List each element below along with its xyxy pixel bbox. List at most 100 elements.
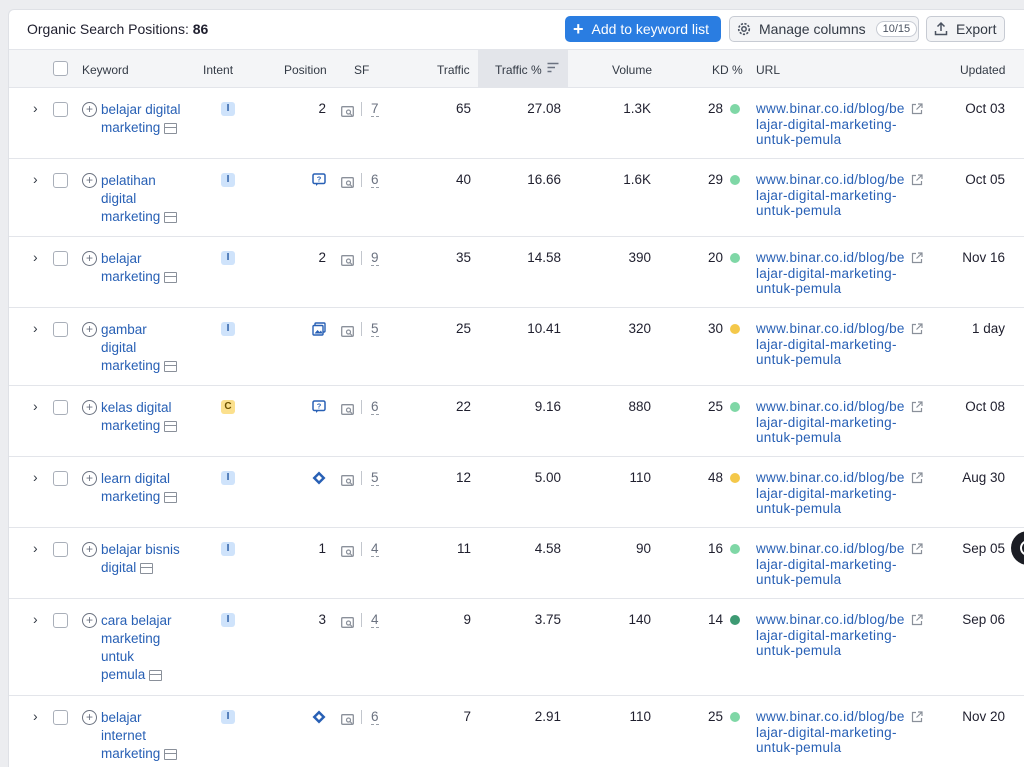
table-row[interactable]: › + pelatihan digital marketing I? 6 40 16.66 1.6… [9,158,1024,237]
url-link[interactable]: www.binar.co.id/blog/be lajar-digital-mar… [756,250,912,297]
add-keyword-icon[interactable]: + [82,613,97,628]
col-traffic-pct[interactable]: Traffic % [495,63,542,77]
serp-snapshot-icon[interactable] [341,615,354,628]
keyword-link[interactable]: belajar bisnis digital [101,541,201,577]
serp-snapshot-icon[interactable] [341,175,354,188]
url-link[interactable]: www.binar.co.id/blog/be lajar-digital-mar… [756,470,912,517]
external-link-icon[interactable] [911,542,923,555]
export-button[interactable]: Export [926,16,1005,42]
col-url[interactable]: URL [756,63,780,77]
add-keyword-icon[interactable]: + [82,400,97,415]
keyword-link[interactable]: cara belajar marketing untuk pemula [101,612,201,684]
row-checkbox[interactable] [53,102,68,117]
table-row[interactable]: › + belajar digital marketing I 2 7 65 27.08 1.3K… [9,87,1024,159]
url-link[interactable]: www.binar.co.id/blog/be lajar-digital-mar… [756,541,912,588]
external-link-icon[interactable] [911,251,923,264]
serp-features-count[interactable]: 9 [371,251,379,266]
expand-chevron-icon[interactable]: › [33,249,38,265]
row-checkbox[interactable] [53,251,68,266]
external-link-icon[interactable] [911,400,923,413]
col-volume[interactable]: Volume [612,63,652,77]
serp-snapshot-icon[interactable] [341,473,354,486]
expand-chevron-icon[interactable]: › [33,611,38,627]
add-keyword-icon[interactable]: + [82,542,97,557]
add-keyword-icon[interactable]: + [82,102,97,117]
table-row[interactable]: › + belajar bisnis digital I 1 4 11 4.58 90 16 www.… [9,527,1024,599]
add-keyword-icon[interactable]: + [82,251,97,266]
serp-features-count[interactable]: 6 [371,173,379,188]
serp-features-count[interactable]: 5 [371,322,379,337]
keyword-link[interactable]: belajar internet marketing [101,709,201,763]
url-link[interactable]: www.binar.co.id/blog/be lajar-digital-mar… [756,709,912,756]
traffic-value: 40 [455,172,471,187]
serp-features-count[interactable]: 5 [371,471,379,486]
add-to-keyword-list-button[interactable]: + Add to keyword list [565,16,721,42]
keyword-link[interactable]: kelas digital marketing [101,399,201,435]
serp-snapshot-icon[interactable] [341,402,354,415]
table-row[interactable]: › + kelas digital marketing C? 6 22 9.16 880 25 ww… [9,385,1024,457]
expand-chevron-icon[interactable]: › [33,100,38,116]
serp-features-count[interactable]: 6 [371,400,379,415]
external-link-icon[interactable] [911,471,923,484]
table-row[interactable]: › + gambar digital marketing I 5 25 10.41 320 30 ww… [9,307,1024,386]
expand-chevron-icon[interactable]: › [33,708,38,724]
col-updated[interactable]: Updated [960,63,1005,77]
select-all-checkbox[interactable] [53,61,68,76]
serp-features-count[interactable]: 4 [371,542,379,557]
table-row[interactable]: › + cara belajar marketing untuk pemula I 3 4 9 3.… [9,598,1024,696]
row-checkbox[interactable] [53,471,68,486]
serp-features-count[interactable]: 4 [371,613,379,628]
url-link[interactable]: www.binar.co.id/blog/be lajar-digital-mar… [756,172,912,219]
url-link[interactable]: www.binar.co.id/blog/be lajar-digital-mar… [756,321,912,368]
col-sf[interactable]: SF [354,63,369,77]
url-link[interactable]: www.binar.co.id/blog/be lajar-digital-mar… [756,612,912,659]
external-link-icon[interactable] [911,102,923,115]
url-line: lajar-digital-marketing- [756,265,897,281]
keyword-link[interactable]: gambar digital marketing [101,321,201,375]
col-traffic[interactable]: Traffic [437,63,470,77]
external-link-icon[interactable] [911,173,923,186]
serp-features-count[interactable]: 6 [371,710,379,725]
row-checkbox[interactable] [53,400,68,415]
expand-chevron-icon[interactable]: › [33,320,38,336]
add-keyword-icon[interactable]: + [82,173,97,188]
external-link-icon[interactable] [911,710,923,723]
position-value: 1 [318,541,326,556]
add-keyword-icon[interactable]: + [82,471,97,486]
row-checkbox[interactable] [53,173,68,188]
expand-chevron-icon[interactable]: › [33,171,38,187]
sort-desc-icon[interactable] [547,62,559,73]
serp-features-count[interactable]: 7 [371,102,379,117]
url-link[interactable]: www.binar.co.id/blog/be lajar-digital-mar… [756,399,912,446]
row-checkbox[interactable] [53,322,68,337]
table-row[interactable]: › + belajar internet marketing I 6 7 2.91 110 25 ww… [9,695,1024,767]
keyword-link[interactable]: belajar digital marketing [101,101,201,137]
manage-columns-button[interactable]: Manage columns 10/15 [729,16,919,42]
col-kd[interactable]: KD % [712,63,743,77]
expand-chevron-icon[interactable]: › [33,398,38,414]
expand-chevron-icon[interactable]: › [33,540,38,556]
serp-snapshot-icon[interactable] [341,712,354,725]
keyword-link[interactable]: pelatihan digital marketing [101,172,201,226]
serp-snapshot-icon[interactable] [341,544,354,557]
serp-snapshot-icon[interactable] [341,104,354,117]
table-row[interactable]: › + belajar marketing I 2 9 35 14.58 390 20 www.bin… [9,236,1024,308]
serp-snapshot-icon[interactable] [341,253,354,266]
url-link[interactable]: www.binar.co.id/blog/be lajar-digital-mar… [756,101,912,148]
row-checkbox[interactable] [53,613,68,628]
external-link-icon[interactable] [911,613,923,626]
row-checkbox[interactable] [53,710,68,725]
expand-chevron-icon[interactable]: › [33,469,38,485]
add-keyword-icon[interactable]: + [82,710,97,725]
col-intent[interactable]: Intent [203,63,233,77]
col-keyword[interactable]: Keyword [82,63,129,77]
keyword-link[interactable]: belajar marketing [101,250,201,286]
serp-snapshot-icon[interactable] [341,324,354,337]
external-link-icon[interactable] [911,322,923,335]
sf-divider [361,322,362,336]
table-row[interactable]: › + learn digital marketing I 5 12 5.00 110 48 www… [9,456,1024,528]
row-checkbox[interactable] [53,542,68,557]
col-position[interactable]: Position [284,63,327,77]
add-keyword-icon[interactable]: + [82,322,97,337]
keyword-link[interactable]: learn digital marketing [101,470,201,506]
